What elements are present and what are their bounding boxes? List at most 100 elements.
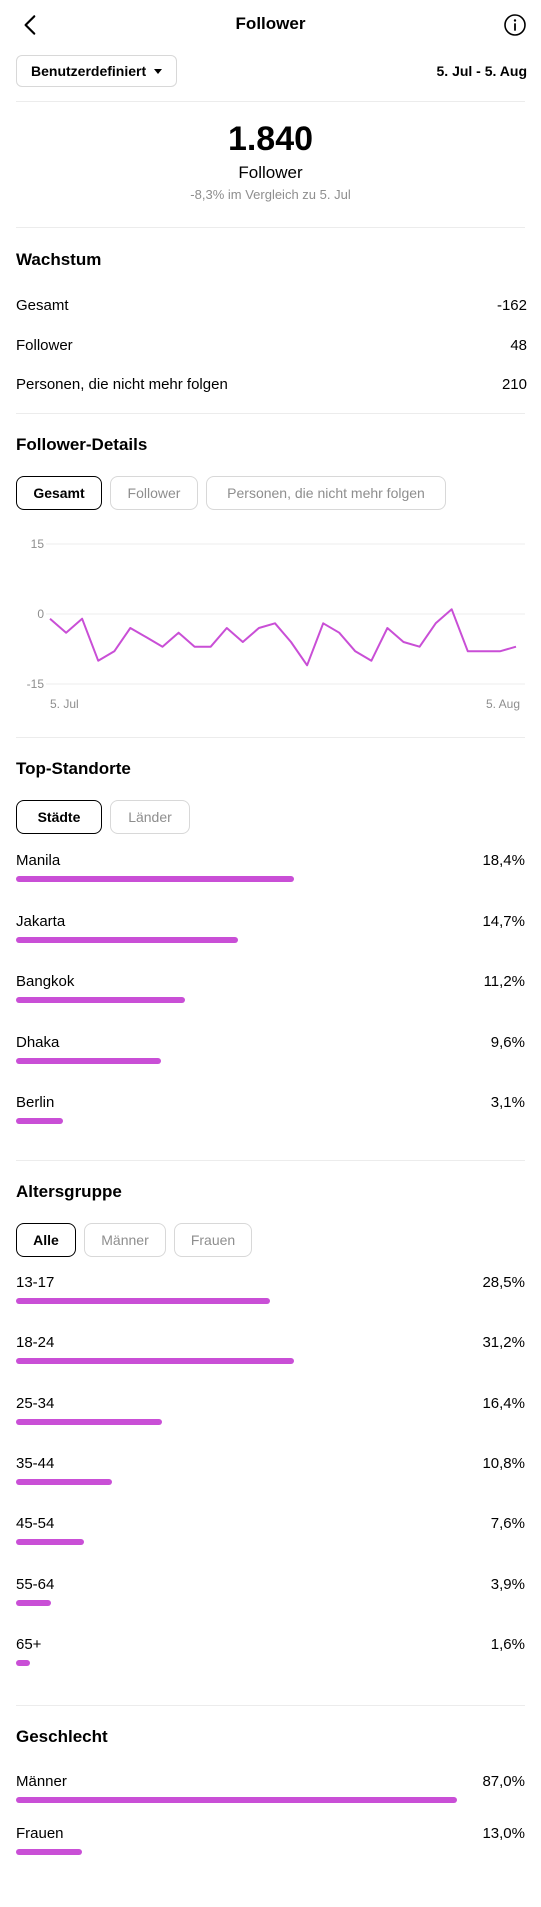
location-percent: 11,2% <box>483 973 525 990</box>
x-tick-label-start: 5. Jul <box>50 697 79 711</box>
growth-value: -162 <box>496 297 527 314</box>
tab-age-all[interactable]: Alle <box>16 1223 76 1257</box>
gender-bar <box>16 1797 457 1803</box>
gender-percent: 13,0% <box>482 1825 525 1842</box>
y-tick-label: 0 <box>37 607 44 621</box>
gender-bar <box>16 1849 82 1855</box>
y-tick-label: 15 <box>31 537 45 551</box>
divider <box>16 413 525 414</box>
growth-label: Follower <box>16 337 73 354</box>
age-percent: 1,6% <box>490 1635 525 1653</box>
location-item: Berlin 3,1% <box>16 1094 525 1144</box>
age-item: 35-44 10,8% <box>16 1455 525 1505</box>
tab-follower[interactable]: Follower <box>110 476 198 510</box>
age-label: 25-34 <box>16 1394 55 1412</box>
age-item: 55-64 3,9% <box>16 1576 525 1626</box>
age-label: 35-44 <box>16 1454 55 1472</box>
location-bar <box>16 876 294 882</box>
growth-label: Personen, die nicht mehr folgen <box>16 376 228 393</box>
location-label: Jakarta <box>16 912 66 930</box>
location-label: Dhaka <box>16 1033 60 1051</box>
age-item: 65+ 1,6% <box>16 1636 525 1686</box>
gender-label: Frauen <box>16 1825 64 1842</box>
divider <box>16 101 525 102</box>
page-title: Follower <box>235 14 306 33</box>
info-icon[interactable] <box>503 13 527 37</box>
location-label: Berlin <box>16 1094 55 1111</box>
location-percent: 14,7% <box>482 912 525 930</box>
date-filter-label: Benutzerdefiniert <box>31 63 147 79</box>
section-title-follower-details: Follower-Details <box>16 435 148 454</box>
age-percent: 28,5% <box>482 1274 525 1291</box>
growth-label: Gesamt <box>16 297 69 314</box>
age-label: 45-54 <box>16 1515 55 1533</box>
location-item: Bangkok 11,2% <box>16 973 525 1023</box>
age-percent: 3,9% <box>490 1575 525 1593</box>
growth-row: Follower 48 <box>16 337 527 354</box>
age-item: 13-17 28,5% <box>16 1274 525 1324</box>
follower-line-chart: 15 0 -15 5. Jul 5. Aug <box>27 537 525 711</box>
age-tabs: Alle Männer Frauen <box>16 1223 525 1257</box>
age-bar <box>16 1539 84 1546</box>
divider <box>16 737 525 738</box>
age-bar <box>16 1358 294 1365</box>
details-tabs: Gesamt Follower Personen, die nicht mehr… <box>16 476 525 510</box>
section-title-gender: Geschlecht <box>16 1727 108 1746</box>
tab-unfollowers[interactable]: Personen, die nicht mehr folgen <box>206 476 446 510</box>
tab-countries[interactable]: Länder <box>110 800 190 834</box>
age-item: 45-54 7,6% <box>16 1515 525 1565</box>
caret-down-icon <box>154 68 163 74</box>
age-bar <box>16 1478 113 1485</box>
gender-percent: 87,0% <box>482 1773 525 1790</box>
age-label: 13-17 <box>16 1274 55 1291</box>
growth-value: 210 <box>501 376 527 393</box>
y-tick-label: -15 <box>27 677 45 691</box>
gender-item: Männer 87,0% <box>16 1773 525 1823</box>
date-range: 5. Jul - 5. Aug <box>436 63 528 79</box>
location-item: Jakarta 14,7% <box>16 913 525 963</box>
top-bar: Follower <box>0 0 541 50</box>
section-title-top-locations: Top-Standorte <box>16 759 131 778</box>
follower-compare: -8,3% im Vergleich zu 5. Jul <box>190 187 351 202</box>
section-title-age: Altersgruppe <box>16 1182 122 1201</box>
follower-total-label: Follower <box>238 163 303 182</box>
tab-age-women[interactable]: Frauen <box>174 1223 252 1257</box>
divider <box>16 1705 525 1706</box>
location-percent: 3,1% <box>490 1094 525 1111</box>
age-label: 65+ <box>16 1635 42 1653</box>
location-bar <box>16 936 239 943</box>
location-percent: 9,6% <box>490 1033 525 1051</box>
date-filter-dropdown[interactable]: Benutzerdefiniert <box>16 55 178 87</box>
location-label: Manila <box>16 852 61 869</box>
location-bar <box>16 1057 162 1064</box>
location-item: Manila 18,4% <box>16 852 525 902</box>
follower-total: 1.840 <box>227 120 314 158</box>
growth-row: Personen, die nicht mehr folgen 210 <box>16 376 527 393</box>
tab-age-men[interactable]: Männer <box>84 1223 166 1257</box>
location-label: Bangkok <box>16 973 75 990</box>
age-label: 55-64 <box>16 1575 55 1593</box>
tab-gesamt[interactable]: Gesamt <box>16 476 102 510</box>
growth-row: Gesamt -162 <box>16 297 527 314</box>
age-bar <box>16 1599 51 1606</box>
age-percent: 7,6% <box>490 1515 525 1533</box>
location-tabs: Städte Länder <box>16 800 525 834</box>
age-item: 25-34 16,4% <box>16 1395 525 1445</box>
age-bar <box>16 1298 270 1304</box>
age-item: 18-24 31,2% <box>16 1334 525 1384</box>
gender-label: Männer <box>16 1773 67 1790</box>
growth-value: 48 <box>510 337 527 354</box>
divider <box>16 227 525 228</box>
tab-cities[interactable]: Städte <box>16 800 102 834</box>
age-percent: 16,4% <box>482 1394 525 1412</box>
age-percent: 31,2% <box>482 1334 525 1352</box>
section-title-growth: Wachstum <box>16 250 102 269</box>
location-bar <box>16 997 186 1003</box>
age-percent: 10,8% <box>482 1454 525 1472</box>
divider <box>16 1160 525 1161</box>
gender-item: Frauen 13,0% <box>16 1825 525 1875</box>
location-bar <box>16 1118 63 1124</box>
location-percent: 18,4% <box>482 852 525 869</box>
location-item: Dhaka 9,6% <box>16 1034 525 1084</box>
age-bar <box>16 1659 31 1666</box>
